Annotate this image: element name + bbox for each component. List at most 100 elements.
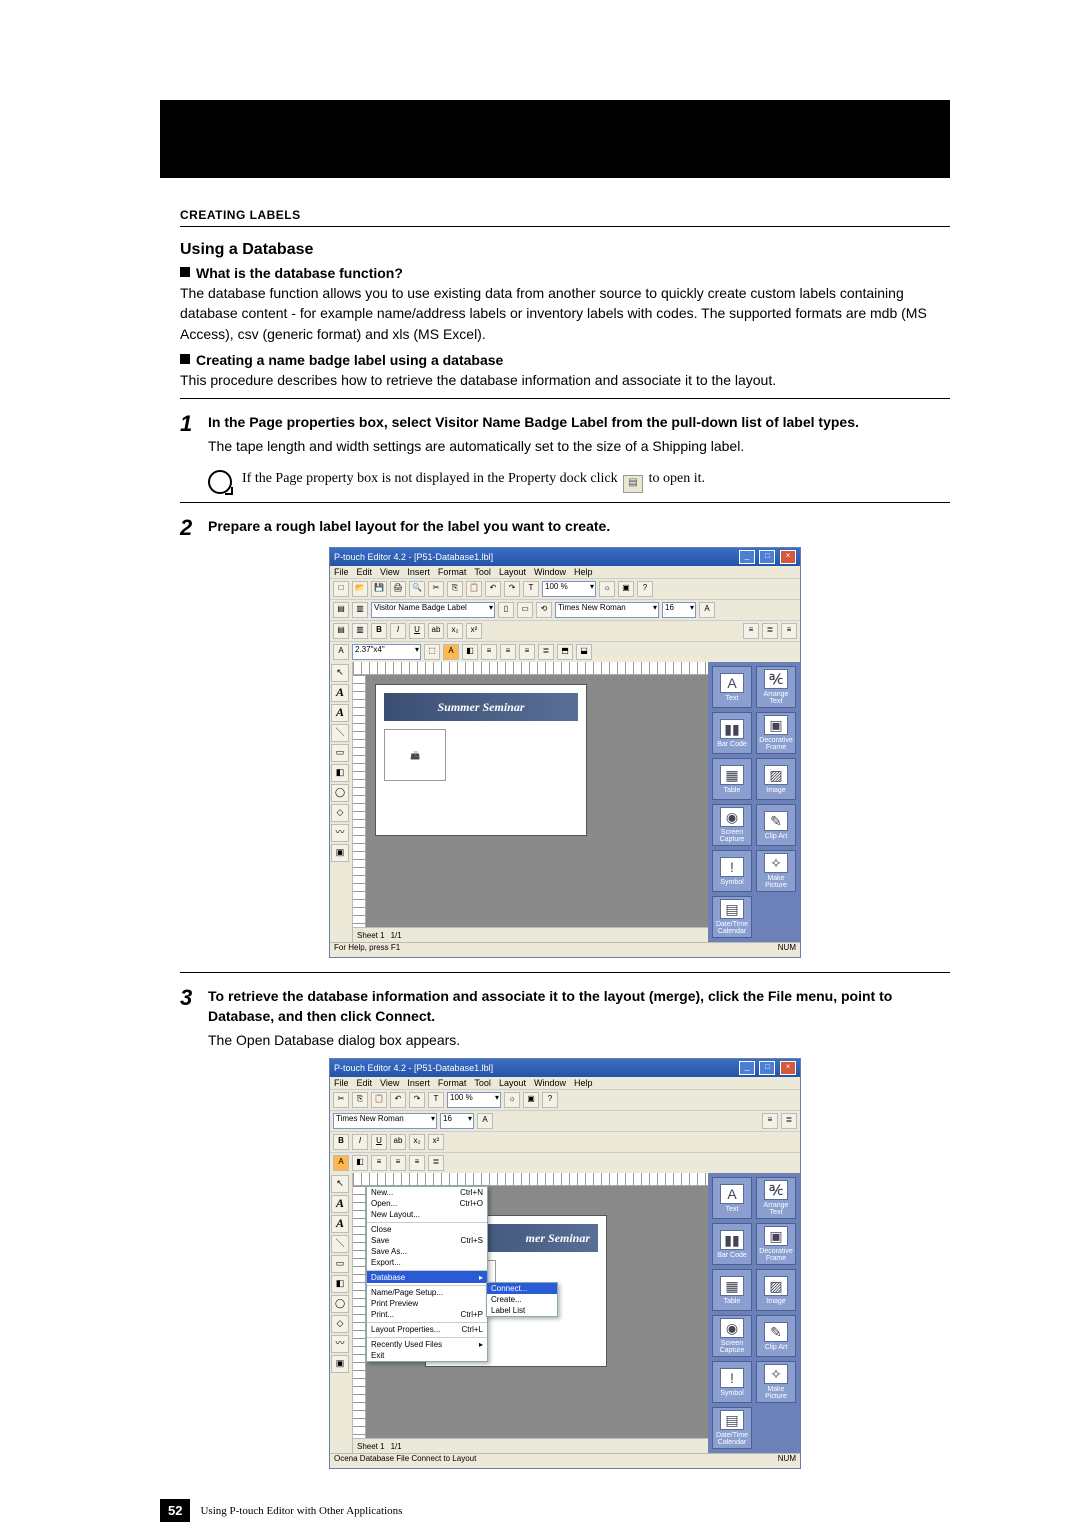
open-icon[interactable]: 📂	[352, 581, 368, 597]
font-size-combo[interactable]: 16	[440, 1113, 474, 1129]
text-tool-icon[interactable]: A	[331, 1215, 349, 1233]
line-tool-icon[interactable]: ＼	[331, 724, 349, 742]
line-color-icon[interactable]: ◧	[462, 644, 478, 660]
obj-image-button[interactable]: ▨Image	[756, 1269, 796, 1311]
save-icon[interactable]: 💾	[371, 581, 387, 597]
tool-icon[interactable]: ☼	[504, 1092, 520, 1108]
bold-icon[interactable]: B	[371, 623, 387, 639]
font-grow-icon[interactable]: A	[477, 1113, 493, 1129]
file-menu-dropdown[interactable]: New...Ctrl+NOpen...Ctrl+ONew Layout...Cl…	[366, 1186, 488, 1362]
align-icon[interactable]: ≡	[781, 623, 797, 639]
file-menu-item[interactable]: Name/Page Setup...	[367, 1285, 487, 1298]
obj-arrange-text-button[interactable]: ℀Arrange Text	[756, 1177, 796, 1219]
copy-icon[interactable]: ⎘	[352, 1092, 368, 1108]
card-banner[interactable]: Summer Seminar	[384, 693, 578, 721]
file-menu-item[interactable]: Recently Used Files▸	[367, 1337, 487, 1350]
obj-clipart-button[interactable]: ✎Clip Art	[756, 1315, 796, 1357]
cut-icon[interactable]: ✂	[428, 581, 444, 597]
design-canvas[interactable]: mer Seminar 📠 New...Ctrl+NOpen...Ctrl+ON…	[366, 1186, 708, 1438]
design-canvas[interactable]: Summer Seminar 📠	[366, 675, 708, 927]
text-tool-icon[interactable]: T	[428, 1092, 444, 1108]
menu-item[interactable]: Tool	[474, 1078, 491, 1088]
valign-icon[interactable]: ⬒	[557, 644, 573, 660]
italic-icon[interactable]: I	[352, 1134, 368, 1150]
italic-icon[interactable]: I	[390, 623, 406, 639]
window-maximize-button[interactable]: □	[759, 1061, 775, 1075]
orientation-portrait-icon[interactable]: ▯	[498, 602, 514, 618]
fill-color-icon[interactable]: A	[333, 1155, 349, 1171]
obj-barcode-button[interactable]: ▮▮Bar Code	[712, 1223, 752, 1265]
obj-clipart-button[interactable]: ✎Clip Art	[756, 804, 796, 846]
label-type-combo[interactable]: Visitor Name Badge Label	[371, 602, 495, 618]
window-maximize-button[interactable]: □	[759, 550, 775, 564]
tool-icon[interactable]: ▣	[618, 581, 634, 597]
window-minimize-button[interactable]: _	[739, 550, 755, 564]
menu-bar[interactable]: File Edit View Insert Format Tool Layout…	[330, 566, 800, 578]
curve-tool-icon[interactable]: 〰	[331, 824, 349, 842]
align-icon[interactable]: ≡	[762, 1113, 778, 1129]
ellipse-tool-icon[interactable]: ◯	[331, 784, 349, 802]
ellipse-tool-icon[interactable]: ◯	[331, 1295, 349, 1313]
strike-icon[interactable]: ab	[428, 623, 444, 639]
cut-icon[interactable]: ✂	[333, 1092, 349, 1108]
subscript-icon[interactable]: x₂	[447, 623, 463, 639]
database-submenu-item[interactable]: Create...	[487, 1294, 557, 1305]
obj-datetime-button[interactable]: ▤Date/Time Calendar	[712, 1407, 752, 1449]
align-center-icon[interactable]: ≡	[390, 1155, 406, 1171]
menu-item[interactable]: Window	[534, 1078, 566, 1088]
menu-item[interactable]: Insert	[407, 567, 430, 577]
tool-icon[interactable]: ▥	[352, 602, 368, 618]
roundrect-tool-icon[interactable]: ◧	[331, 764, 349, 782]
align-left-icon[interactable]: ≡	[371, 1155, 387, 1171]
align-right-icon[interactable]: ≡	[409, 1155, 425, 1171]
copy-icon[interactable]: ⎘	[447, 581, 463, 597]
menu-item[interactable]: Layout	[499, 567, 526, 577]
menu-item[interactable]: Window	[534, 567, 566, 577]
underline-icon[interactable]: U	[371, 1134, 387, 1150]
obj-barcode-button[interactable]: ▮▮Bar Code	[712, 712, 752, 754]
rect-tool-icon[interactable]: ▭	[331, 1255, 349, 1273]
superscript-icon[interactable]: x²	[428, 1134, 444, 1150]
file-menu-item[interactable]: New Layout...	[367, 1209, 487, 1220]
bold-icon[interactable]: B	[333, 1134, 349, 1150]
obj-makepic-button[interactable]: ✧Make Picture	[756, 1361, 796, 1403]
fill-color-icon[interactable]: A	[443, 644, 459, 660]
menu-item[interactable]: View	[380, 1078, 399, 1088]
file-menu-item[interactable]: SaveCtrl+S	[367, 1235, 487, 1246]
undo-icon[interactable]: ↶	[485, 581, 501, 597]
obj-datetime-button[interactable]: ▤Date/Time Calendar	[712, 896, 752, 938]
app-titlebar[interactable]: P-touch Editor 4.2 - [P51-Database1.lbl]…	[330, 1059, 800, 1077]
obj-frame-button[interactable]: ▣Decorative Frame	[756, 1223, 796, 1265]
menu-item[interactable]: Format	[438, 567, 467, 577]
menu-bar[interactable]: File Edit View Insert Format Tool Layout…	[330, 1077, 800, 1089]
valign-icon[interactable]: ⬓	[576, 644, 592, 660]
text-frame-icon[interactable]: A	[333, 644, 349, 660]
file-menu-item[interactable]: Close	[367, 1222, 487, 1235]
obj-table-button[interactable]: ▦Table	[712, 1269, 752, 1311]
window-close-button[interactable]: ×	[780, 550, 796, 564]
file-menu-item[interactable]: Open...Ctrl+O	[367, 1198, 487, 1209]
paste-icon[interactable]: 📋	[371, 1092, 387, 1108]
menu-item[interactable]: Help	[574, 567, 593, 577]
font-family-combo[interactable]: Times New Roman	[555, 602, 659, 618]
database-submenu[interactable]: Connect...Create...Label List	[486, 1282, 558, 1317]
redo-icon[interactable]: ↷	[409, 1092, 425, 1108]
page-property-icon[interactable]: ▤	[333, 602, 349, 618]
align-right-icon[interactable]: ≡	[519, 644, 535, 660]
zoom-combo[interactable]: 100 %	[447, 1092, 501, 1108]
line-tool-icon[interactable]: ＼	[331, 1235, 349, 1253]
obj-symbol-button[interactable]: !Symbol	[712, 850, 752, 892]
card-clipart[interactable]: 📠	[384, 729, 446, 781]
app-titlebar[interactable]: P-touch Editor 4.2 - [P51-Database1.lbl]…	[330, 548, 800, 566]
obj-text-button[interactable]: AText	[712, 1177, 752, 1219]
image-tool-icon[interactable]: ▣	[331, 1355, 349, 1373]
page-property-icon[interactable]: ▤	[623, 475, 643, 493]
poly-tool-icon[interactable]: ◇	[331, 804, 349, 822]
size-combo[interactable]: 2.37"x4"	[352, 644, 421, 660]
menu-item[interactable]: View	[380, 567, 399, 577]
tool-icon[interactable]: ▣	[523, 1092, 539, 1108]
text-tool-icon[interactable]: A	[331, 704, 349, 722]
file-menu-item[interactable]: Exit	[367, 1350, 487, 1361]
line-color-icon[interactable]: ◧	[352, 1155, 368, 1171]
sheet-tab[interactable]: Sheet 1	[357, 931, 385, 940]
